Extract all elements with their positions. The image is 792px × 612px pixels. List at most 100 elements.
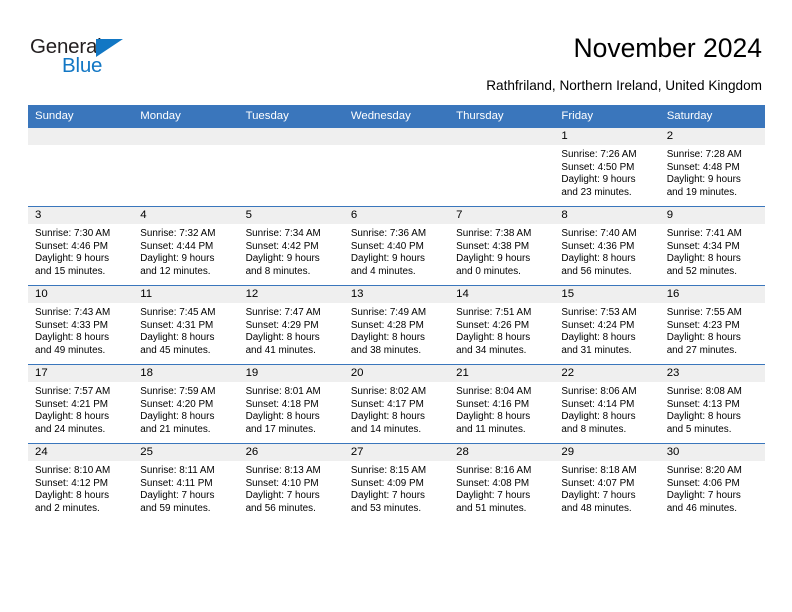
daylight-duration-line1: Daylight: 7 hours: [666, 490, 741, 502]
sunset-time: Sunset: 4:50 PM: [561, 161, 635, 173]
calendar-day-cell[interactable]: 2 Sunrise: 7:28 AM Sunset: 4:48 PM Daylight…: [659, 128, 765, 207]
calendar-day-cell-empty: [28, 128, 134, 207]
day-number: 16: [659, 286, 765, 303]
day-sun-info: Sunrise: 8:11 AM Sunset: 4:11 PM Daylight:…: [133, 461, 238, 515]
calendar-day-cell[interactable]: 23 Sunrise: 8:08 AM Sunset: 4:13 PM Dayligh…: [659, 364, 765, 444]
day-sun-info: Sunrise: 7:36 AM Sunset: 4:40 PM Daylight:…: [344, 224, 449, 278]
daylight-duration-line2: and 52 minutes.: [666, 265, 737, 277]
calendar-week-row: 24 Sunrise: 8:10 AM Sunset: 4:12 PM Dayligh…: [28, 443, 765, 522]
calendar-body: 1 Sunrise: 7:26 AM Sunset: 4:50 PM Daylight…: [28, 128, 765, 522]
sunset-time: Sunset: 4:48 PM: [666, 161, 740, 173]
calendar-day-cell[interactable]: 16 Sunrise: 7:55 AM Sunset: 4:23 PM Dayligh…: [659, 285, 765, 365]
calendar-day-cell[interactable]: 3 Sunrise: 7:30 AM Sunset: 4:46 PM Daylight…: [28, 206, 134, 286]
sunset-time: Sunset: 4:34 PM: [666, 240, 740, 252]
calendar-day-cell[interactable]: 25 Sunrise: 8:11 AM Sunset: 4:11 PM Dayligh…: [133, 443, 239, 522]
daylight-duration-line2: and 49 minutes.: [35, 344, 106, 356]
day-cell-inner: 15 Sunrise: 7:53 AM Sunset: 4:24 PM Dayligh…: [554, 286, 660, 364]
daylight-duration-line1: Daylight: 8 hours: [350, 332, 425, 344]
weekday-header-friday: Friday: [554, 105, 660, 128]
day-cell-inner: 8 Sunrise: 7:40 AM Sunset: 4:36 PM Daylight…: [554, 207, 660, 285]
sunrise-time: Sunrise: 8:02 AM: [350, 386, 427, 397]
calendar-day-cell[interactable]: 1 Sunrise: 7:26 AM Sunset: 4:50 PM Daylight…: [554, 128, 660, 207]
day-sun-info: Sunrise: 7:53 AM Sunset: 4:24 PM Daylight:…: [554, 303, 659, 357]
daylight-duration-line2: and 41 minutes.: [245, 344, 316, 356]
daylight-duration-line1: Daylight: 8 hours: [140, 411, 215, 423]
daylight-duration-line1: Daylight: 8 hours: [245, 411, 320, 423]
sunset-time: Sunset: 4:08 PM: [456, 477, 530, 489]
sunrise-time: Sunrise: 8:08 AM: [666, 386, 742, 397]
sunrise-time: Sunrise: 7:49 AM: [350, 307, 427, 318]
day-sun-info: Sunrise: 8:08 AM Sunset: 4:13 PM Daylight:…: [660, 382, 765, 436]
day-sun-info: Sunrise: 8:04 AM Sunset: 4:16 PM Daylight:…: [449, 382, 554, 436]
calendar-day-cell[interactable]: 15 Sunrise: 7:53 AM Sunset: 4:24 PM Dayligh…: [554, 285, 660, 365]
daylight-duration-line1: Daylight: 8 hours: [561, 253, 636, 265]
calendar-day-cell[interactable]: 6 Sunrise: 7:36 AM Sunset: 4:40 PM Daylight…: [343, 206, 450, 286]
day-number: 20: [343, 365, 450, 382]
calendar-day-cell[interactable]: 10 Sunrise: 7:43 AM Sunset: 4:33 PM Dayligh…: [28, 285, 134, 365]
day-cell-inner: 24 Sunrise: 8:10 AM Sunset: 4:12 PM Dayligh…: [28, 444, 134, 522]
day-number: 5: [238, 207, 344, 224]
sunset-time: Sunset: 4:31 PM: [140, 319, 214, 331]
daylight-duration-line1: Daylight: 7 hours: [140, 490, 215, 502]
sunset-time: Sunset: 4:16 PM: [456, 398, 530, 410]
calendar-day-cell[interactable]: 21 Sunrise: 8:04 AM Sunset: 4:16 PM Dayligh…: [449, 364, 555, 444]
daylight-duration-line1: Daylight: 8 hours: [456, 411, 531, 423]
day-cell-inner: 3 Sunrise: 7:30 AM Sunset: 4:46 PM Daylight…: [28, 207, 134, 285]
day-sun-info: Sunrise: 7:55 AM Sunset: 4:23 PM Daylight:…: [660, 303, 765, 357]
daylight-duration-line1: Daylight: 9 hours: [350, 253, 425, 265]
calendar-day-cell[interactable]: 24 Sunrise: 8:10 AM Sunset: 4:12 PM Dayligh…: [28, 443, 134, 522]
calendar-day-cell[interactable]: 12 Sunrise: 7:47 AM Sunset: 4:29 PM Dayligh…: [238, 285, 344, 365]
day-number: 29: [554, 444, 660, 461]
weekday-header-saturday: Saturday: [659, 105, 765, 128]
calendar-day-cell[interactable]: 28 Sunrise: 8:16 AM Sunset: 4:08 PM Dayligh…: [449, 443, 555, 522]
calendar-day-cell[interactable]: 22 Sunrise: 8:06 AM Sunset: 4:14 PM Dayligh…: [554, 364, 660, 444]
day-sun-info: Sunrise: 7:41 AM Sunset: 4:34 PM Daylight:…: [660, 224, 765, 278]
calendar-day-cell[interactable]: 18 Sunrise: 7:59 AM Sunset: 4:20 PM Dayligh…: [133, 364, 239, 444]
calendar-day-cell[interactable]: 26 Sunrise: 8:13 AM Sunset: 4:10 PM Dayligh…: [238, 443, 344, 522]
sunset-time: Sunset: 4:14 PM: [561, 398, 635, 410]
calendar-day-cell[interactable]: 11 Sunrise: 7:45 AM Sunset: 4:31 PM Dayligh…: [133, 285, 239, 365]
calendar-day-cell[interactable]: 4 Sunrise: 7:32 AM Sunset: 4:44 PM Daylight…: [133, 206, 239, 286]
sunrise-time: Sunrise: 7:53 AM: [561, 307, 637, 318]
day-number: [28, 128, 134, 145]
sunrise-time: Sunrise: 7:34 AM: [245, 228, 321, 239]
calendar-day-cell[interactable]: 19 Sunrise: 8:01 AM Sunset: 4:18 PM Dayligh…: [238, 364, 344, 444]
sunset-time: Sunset: 4:09 PM: [350, 477, 424, 489]
daylight-duration-line2: and 2 minutes.: [35, 502, 100, 514]
day-sun-info: Sunrise: 7:59 AM Sunset: 4:20 PM Daylight:…: [133, 382, 238, 436]
sunset-time: Sunset: 4:12 PM: [35, 477, 109, 489]
day-sun-info: Sunrise: 7:38 AM Sunset: 4:38 PM Daylight:…: [449, 224, 554, 278]
calendar-day-cell[interactable]: 17 Sunrise: 7:57 AM Sunset: 4:21 PM Dayligh…: [28, 364, 134, 444]
calendar-day-cell[interactable]: 14 Sunrise: 7:51 AM Sunset: 4:26 PM Dayligh…: [449, 285, 555, 365]
sunrise-time: Sunrise: 8:13 AM: [245, 465, 321, 476]
calendar-day-cell[interactable]: 27 Sunrise: 8:15 AM Sunset: 4:09 PM Dayligh…: [343, 443, 450, 522]
day-cell-inner: 30 Sunrise: 8:20 AM Sunset: 4:06 PM Dayligh…: [659, 444, 765, 522]
day-number: 19: [238, 365, 344, 382]
day-number: [133, 128, 239, 145]
daylight-duration-line1: Daylight: 8 hours: [666, 411, 741, 423]
calendar-day-cell[interactable]: 29 Sunrise: 8:18 AM Sunset: 4:07 PM Dayligh…: [554, 443, 660, 522]
day-cell-inner: 27 Sunrise: 8:15 AM Sunset: 4:09 PM Dayligh…: [343, 444, 450, 522]
day-number: 24: [28, 444, 134, 461]
calendar-day-cell[interactable]: 8 Sunrise: 7:40 AM Sunset: 4:36 PM Daylight…: [554, 206, 660, 286]
day-number: 30: [659, 444, 765, 461]
day-cell-inner: [133, 128, 239, 206]
day-cell-inner: 21 Sunrise: 8:04 AM Sunset: 4:16 PM Dayligh…: [449, 365, 555, 443]
day-number: 11: [133, 286, 239, 303]
daylight-duration-line2: and 56 minutes.: [245, 502, 316, 514]
calendar-day-cell[interactable]: 30 Sunrise: 8:20 AM Sunset: 4:06 PM Dayligh…: [659, 443, 765, 522]
calendar-day-cell-empty: [133, 128, 239, 207]
day-number: 6: [343, 207, 450, 224]
daylight-duration-line2: and 12 minutes.: [140, 265, 211, 277]
day-number: 17: [28, 365, 134, 382]
daylight-duration-line2: and 48 minutes.: [561, 502, 632, 514]
sunrise-time: Sunrise: 7:43 AM: [35, 307, 111, 318]
calendar-day-cell[interactable]: 7 Sunrise: 7:38 AM Sunset: 4:38 PM Daylight…: [449, 206, 555, 286]
sunset-time: Sunset: 4:07 PM: [561, 477, 635, 489]
sunrise-time: Sunrise: 8:10 AM: [35, 465, 111, 476]
day-cell-inner: 28 Sunrise: 8:16 AM Sunset: 4:08 PM Dayligh…: [449, 444, 555, 522]
calendar-day-cell[interactable]: 5 Sunrise: 7:34 AM Sunset: 4:42 PM Daylight…: [238, 206, 344, 286]
calendar-day-cell[interactable]: 13 Sunrise: 7:49 AM Sunset: 4:28 PM Dayligh…: [343, 285, 450, 365]
calendar-day-cell[interactable]: 9 Sunrise: 7:41 AM Sunset: 4:34 PM Daylight…: [659, 206, 765, 286]
calendar-day-cell[interactable]: 20 Sunrise: 8:02 AM Sunset: 4:17 PM Dayligh…: [343, 364, 450, 444]
